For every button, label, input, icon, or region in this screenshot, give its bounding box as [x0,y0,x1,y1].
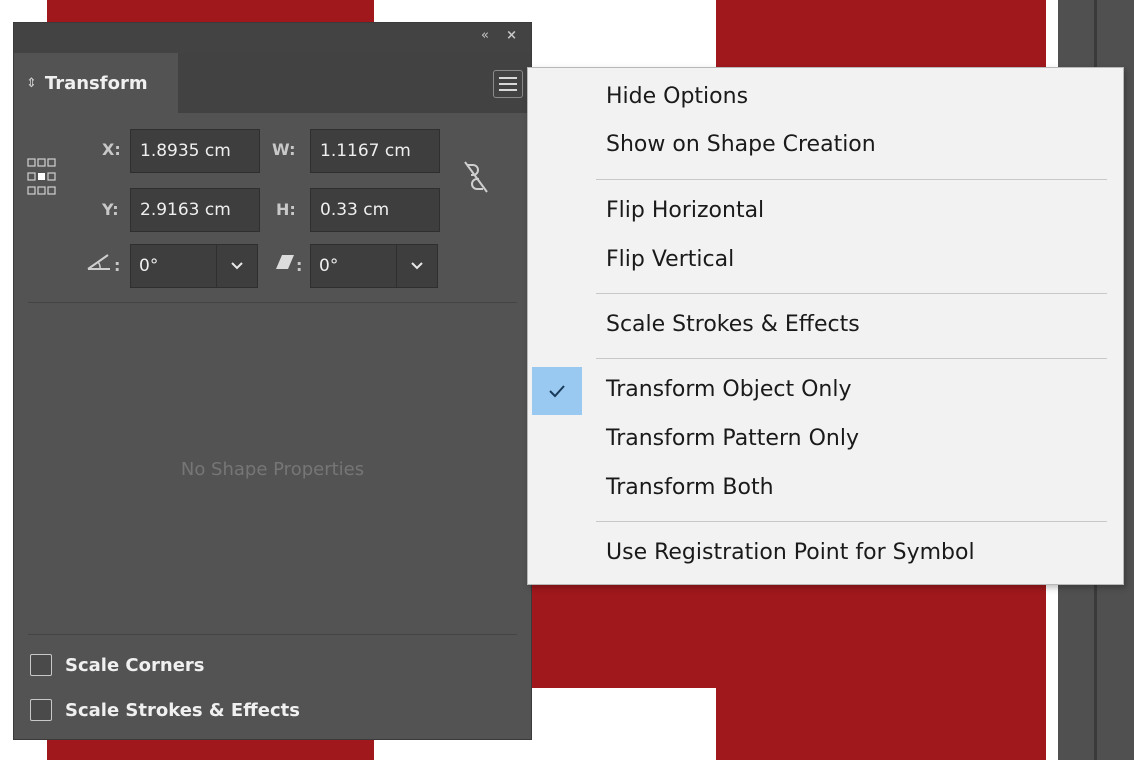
shear-label: : [296,256,303,275]
menu-item-flip-vertical[interactable]: Flip Vertical [606,247,734,272]
tab-transform-label: Transform [44,72,148,94]
checkmark-icon [549,385,565,398]
chevron-down-icon[interactable] [396,245,437,287]
menu-item-scale-strokes-effects[interactable]: Scale Strokes & Effects [606,312,860,337]
menu-item-transform-object-only[interactable]: Transform Object Only [606,377,851,402]
constrain-proportions-link-icon[interactable] [461,159,491,195]
menu-separator [596,293,1107,294]
updown-arrows-icon: ⇕ [26,75,37,91]
menu-separator [596,521,1107,522]
y-label: Y: [102,200,119,219]
shear-value: 0° [319,256,339,276]
shear-dropdown[interactable]: 0° [310,244,438,288]
w-label: W: [272,140,296,159]
hamburger-icon [499,77,517,79]
artwork-red-right-lower [716,680,1046,760]
x-label: X: [102,140,121,159]
transform-panel: « × ⇕ Transform X: 1.8935 cm W: 1.1167 c… [13,22,532,740]
shear-icon [276,255,294,269]
h-field[interactable]: 0.33 cm [310,188,440,232]
menu-item-flip-horizontal[interactable]: Flip Horizontal [606,198,764,223]
menu-item-show-on-shape-creation[interactable]: Show on Shape Creation [606,132,876,157]
scale-corners-label: Scale Corners [65,654,205,676]
scale-strokes-row[interactable]: Scale Strokes & Effects [30,699,300,721]
x-field[interactable]: 1.8935 cm [130,129,260,173]
panel-titlebar: « × [14,23,531,53]
menu-item-use-registration-point[interactable]: Use Registration Point for Symbol [606,540,975,565]
collapse-panel-icon[interactable]: « [481,28,489,43]
rotate-dropdown[interactable]: 0° [130,244,258,288]
tab-transform[interactable]: ⇕ Transform [14,53,178,113]
w-field[interactable]: 1.1167 cm [310,129,440,173]
chevron-down-icon[interactable] [216,245,257,287]
menu-separator [596,358,1107,359]
rotate-angle-icon [87,254,110,270]
scale-strokes-label: Scale Strokes & Effects [65,699,300,721]
hamburger-line [499,89,517,91]
y-field[interactable]: 2.9163 cm [130,188,260,232]
scale-strokes-checkbox[interactable] [30,699,52,721]
transform-panel-menu: Hide Options Show on Shape Creation Flip… [527,67,1124,585]
rotate-label: : [114,256,121,275]
reference-point-icon[interactable] [26,157,58,197]
h-label: H: [276,200,296,219]
rotate-value: 0° [139,256,159,276]
hamburger-line [499,83,517,85]
no-shape-properties-text: No Shape Properties [180,459,365,480]
menu-separator [596,179,1107,180]
tab-strip: ⇕ Transform [14,53,531,113]
checkmark-highlight [532,367,582,415]
panel-menu-button[interactable] [493,70,523,98]
divider-bottom [28,634,517,635]
menu-item-transform-pattern-only[interactable]: Transform Pattern Only [606,426,859,451]
divider-top [28,302,517,303]
close-panel-icon[interactable]: × [506,28,517,43]
scale-corners-checkbox[interactable] [30,654,52,676]
menu-item-transform-both[interactable]: Transform Both [606,475,774,500]
scale-corners-row[interactable]: Scale Corners [30,654,205,676]
menu-item-hide-options[interactable]: Hide Options [606,84,748,109]
